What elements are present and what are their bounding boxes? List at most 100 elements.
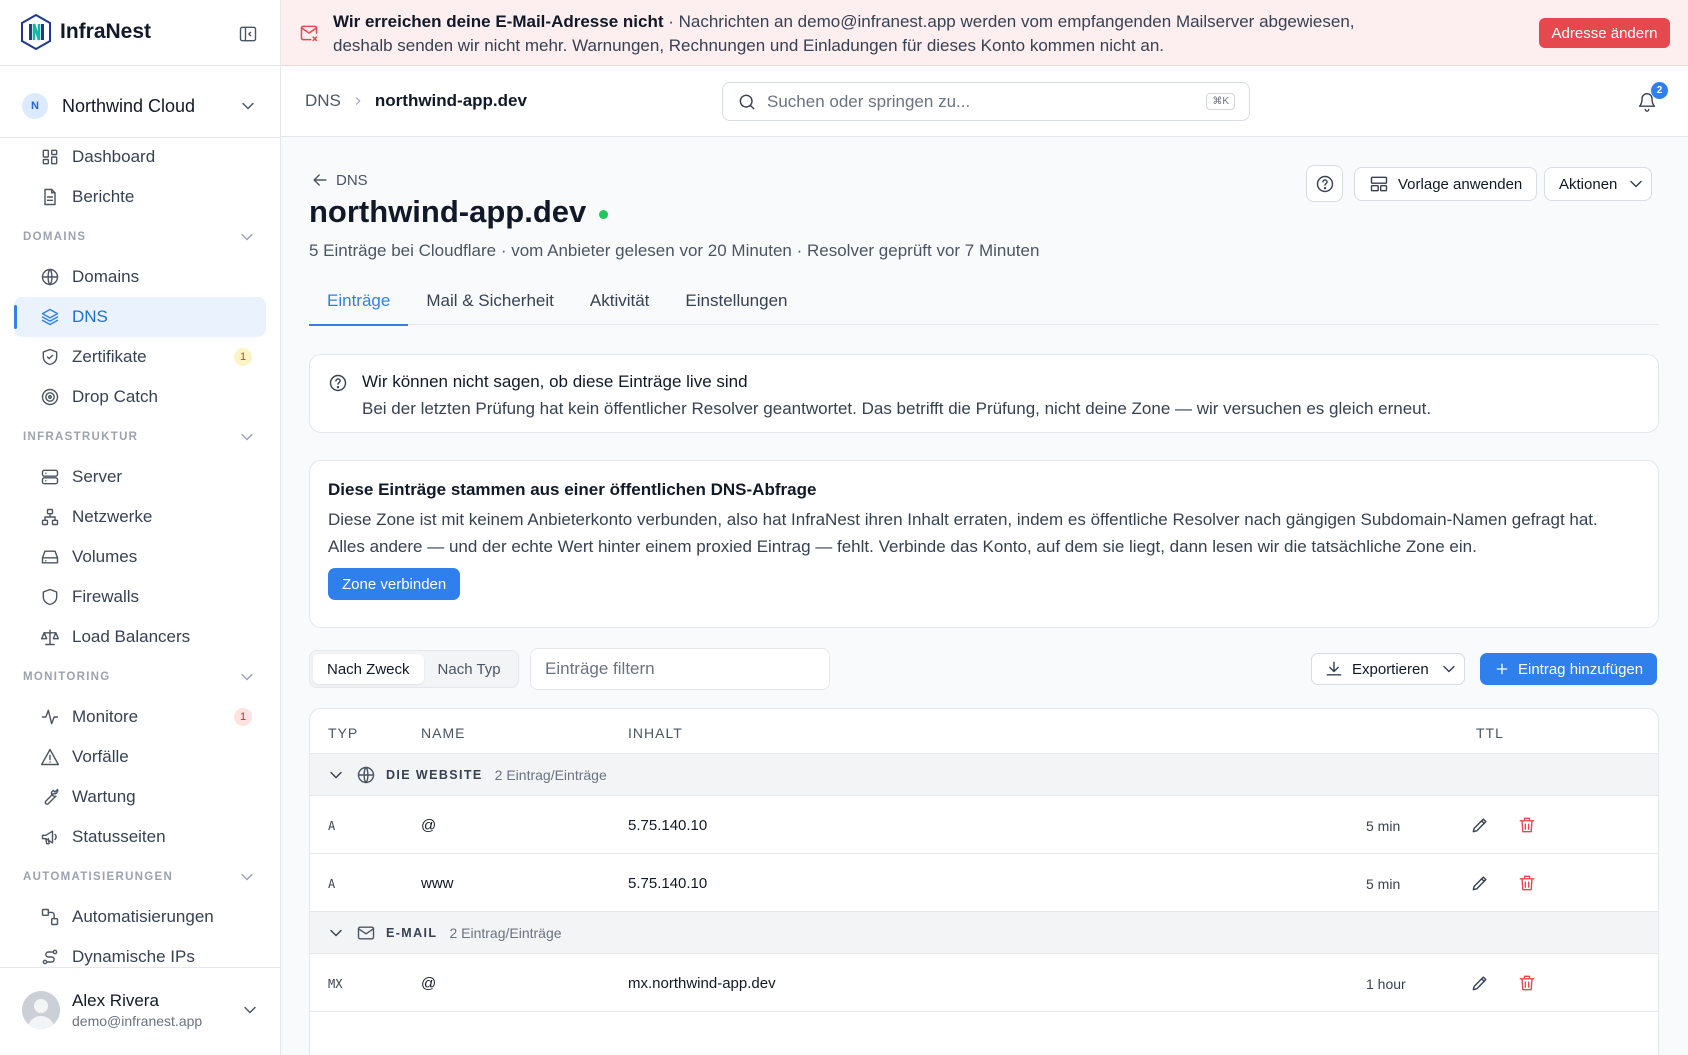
chevron-down-icon bbox=[240, 1000, 260, 1020]
chevron-down-icon bbox=[1626, 174, 1646, 194]
add-record-button[interactable]: Eintrag hinzufügen bbox=[1480, 653, 1658, 685]
sidebar-item-label: Statusseiten bbox=[72, 827, 166, 846]
sidebar-item-wartung[interactable]: Wartung bbox=[14, 777, 266, 817]
actions-menu-button[interactable]: Aktionen bbox=[1544, 167, 1652, 201]
nav-section-header[interactable]: DOMAINS bbox=[0, 217, 281, 257]
dashboard-icon bbox=[40, 147, 60, 167]
record-ttl: 1 hour bbox=[1366, 976, 1406, 992]
group-name: E-MAIL bbox=[386, 925, 438, 940]
sidebar-item-dynamische-ips[interactable]: Dynamische IPs bbox=[14, 937, 266, 977]
topbar: DNS northwind-app.dev Suchen oder spring… bbox=[281, 66, 1688, 137]
mail-icon bbox=[356, 923, 376, 943]
chevron-down-icon bbox=[237, 227, 257, 247]
plus-icon bbox=[1494, 661, 1510, 677]
chevron-down-icon bbox=[237, 427, 257, 447]
table-row bbox=[310, 1012, 1658, 1055]
record-group[interactable]: DIE WEBSITE 2 Eintrag/Einträge bbox=[310, 754, 1658, 796]
trash-icon[interactable] bbox=[1517, 815, 1537, 835]
pencil-icon[interactable] bbox=[1470, 815, 1490, 835]
sidebar-item-dashboard[interactable]: Dashboard bbox=[14, 137, 266, 177]
sidebar-item-label: Berichte bbox=[72, 187, 135, 206]
main-content: DNS northwind-app.dev 5 Einträge bei Clo… bbox=[281, 137, 1688, 1055]
nav-section-header[interactable]: AUTOMATISIERUNGEN bbox=[0, 857, 281, 897]
tab-mail-sicherheit[interactable]: Mail & Sicherheit bbox=[408, 277, 572, 325]
chevron-down-icon bbox=[237, 867, 257, 887]
view-by-purpose-button[interactable]: Nach Zweck bbox=[313, 654, 424, 684]
record-name: @ bbox=[421, 817, 437, 834]
sidebar-item-vorf-lle[interactable]: Vorfälle bbox=[14, 737, 266, 777]
nav-badge: 1 bbox=[234, 348, 252, 366]
target-icon bbox=[40, 387, 60, 407]
apply-template-button[interactable]: Vorlage anwenden bbox=[1354, 167, 1538, 201]
export-options-button[interactable] bbox=[1433, 653, 1465, 685]
trash-icon[interactable] bbox=[1517, 873, 1537, 893]
table-row: Awww 5.75.140.10 5 min bbox=[310, 854, 1658, 912]
pencil-icon[interactable] bbox=[1470, 973, 1490, 993]
avatar bbox=[22, 991, 60, 1029]
search-placeholder: Suchen oder springen zu... bbox=[767, 91, 971, 111]
sidebar-item-server[interactable]: Server bbox=[14, 457, 266, 497]
user-menu[interactable]: Alex Rivera demo@infranest.app bbox=[22, 990, 260, 1030]
org-switcher[interactable]: N Northwind Cloud bbox=[22, 90, 258, 122]
sidebar-item-drop-catch[interactable]: Drop Catch bbox=[14, 377, 266, 417]
sidebar-item-automatisierungen[interactable]: Automatisierungen bbox=[14, 897, 266, 937]
back-link[interactable]: DNS bbox=[310, 170, 368, 190]
connect-zone-button[interactable]: Zone verbinden bbox=[328, 568, 461, 600]
filter-input[interactable]: Einträge filtern bbox=[530, 648, 830, 690]
tab-aktivit-t[interactable]: Aktivität bbox=[572, 277, 668, 325]
sidebar-nav: Dashboard Berichte DOMAINS Domains DNS Zertif… bbox=[0, 137, 281, 977]
actions-label: Aktionen bbox=[1559, 175, 1618, 193]
tab-eintr-ge[interactable]: Einträge bbox=[309, 277, 409, 326]
sidebar-item-dns[interactable]: DNS bbox=[14, 297, 266, 337]
workflow-icon bbox=[40, 907, 60, 927]
pencil-icon[interactable] bbox=[1470, 873, 1490, 893]
record-type: MX bbox=[328, 977, 343, 991]
breadcrumb: DNS northwind-app.dev bbox=[305, 91, 527, 111]
add-record-label: Eintrag hinzufügen bbox=[1518, 660, 1644, 678]
sidebar-item-netzwerke[interactable]: Netzwerke bbox=[14, 497, 266, 537]
resolver-notice: Wir können nicht sagen, ob diese Einträg… bbox=[309, 354, 1659, 433]
banner-message: Wir erreichen deine E-Mail-Adresse nicht… bbox=[333, 10, 1398, 57]
sidebar-item-firewalls[interactable]: Firewalls bbox=[14, 577, 266, 617]
sidebar-item-volumes[interactable]: Volumes bbox=[14, 537, 266, 577]
page-title: northwind-app.dev bbox=[309, 194, 609, 230]
export-button[interactable]: Exportieren bbox=[1311, 653, 1442, 685]
nav-section-header[interactable]: MONITORING bbox=[0, 657, 281, 697]
sidebar-item-label: Netzwerke bbox=[72, 507, 153, 526]
nav-section-title: AUTOMATISIERUNGEN bbox=[23, 871, 174, 883]
email-warning-banner: Wir erreichen deine E-Mail-Adresse nicht… bbox=[281, 0, 1688, 66]
page-title-text: northwind-app.dev bbox=[309, 194, 587, 229]
user-email: demo@infranest.app bbox=[72, 1013, 203, 1029]
dns-records-table: TYP NAME INHALT TTL DIE WEBSITE 2 Eintrag… bbox=[309, 708, 1659, 1055]
sidebar-item-monitore[interactable]: Monitore 1 bbox=[14, 697, 266, 737]
sidebar-item-label: Drop Catch bbox=[72, 387, 158, 406]
search-input[interactable]: Suchen oder springen zu... ⌘K bbox=[722, 82, 1250, 121]
chevron-down-icon[interactable] bbox=[326, 765, 346, 785]
help-button[interactable] bbox=[1306, 165, 1343, 202]
record-group[interactable]: E-MAIL 2 Eintrag/Einträge bbox=[310, 912, 1658, 954]
sidebar-item-zertifikate[interactable]: Zertifikate 1 bbox=[14, 337, 266, 377]
status-dot bbox=[599, 209, 609, 219]
breadcrumb-root[interactable]: DNS bbox=[305, 91, 341, 111]
trash-icon[interactable] bbox=[1517, 973, 1537, 993]
page-subtitle: 5 Einträge bei Cloudflare · vom Anbieter… bbox=[309, 241, 1040, 260]
sidebar-item-statusseiten[interactable]: Statusseiten bbox=[14, 817, 266, 857]
divider bbox=[0, 967, 281, 968]
sidebar-toggle-icon[interactable] bbox=[238, 24, 258, 44]
view-by-type-button[interactable]: Nach Typ bbox=[424, 654, 515, 684]
notice-text: Bei der letzten Prüfung hat kein öffentl… bbox=[362, 399, 1432, 418]
template-icon bbox=[1369, 174, 1389, 194]
nav-section-header[interactable]: INFRASTRUKTUR bbox=[0, 417, 281, 457]
column-header-ttl: TTL bbox=[1476, 725, 1504, 741]
shield-check-icon bbox=[40, 347, 60, 367]
change-address-button[interactable]: Adresse ändern bbox=[1539, 18, 1670, 48]
sidebar-item-label: Monitore bbox=[72, 707, 139, 726]
page-tabs: Einträge Mail & Sicherheit Aktivität Einste… bbox=[309, 277, 1659, 326]
brand[interactable]: InfraNest bbox=[20, 14, 151, 50]
tab-einstellungen[interactable]: Einstellungen bbox=[667, 277, 805, 325]
nav-section-title: INFRASTRUKTUR bbox=[23, 431, 139, 443]
sidebar-item-domains[interactable]: Domains bbox=[14, 257, 266, 297]
sidebar-item-load-balancers[interactable]: Load Balancers bbox=[14, 617, 266, 657]
sidebar-item-berichte[interactable]: Berichte bbox=[14, 177, 266, 217]
chevron-down-icon[interactable] bbox=[326, 923, 346, 943]
